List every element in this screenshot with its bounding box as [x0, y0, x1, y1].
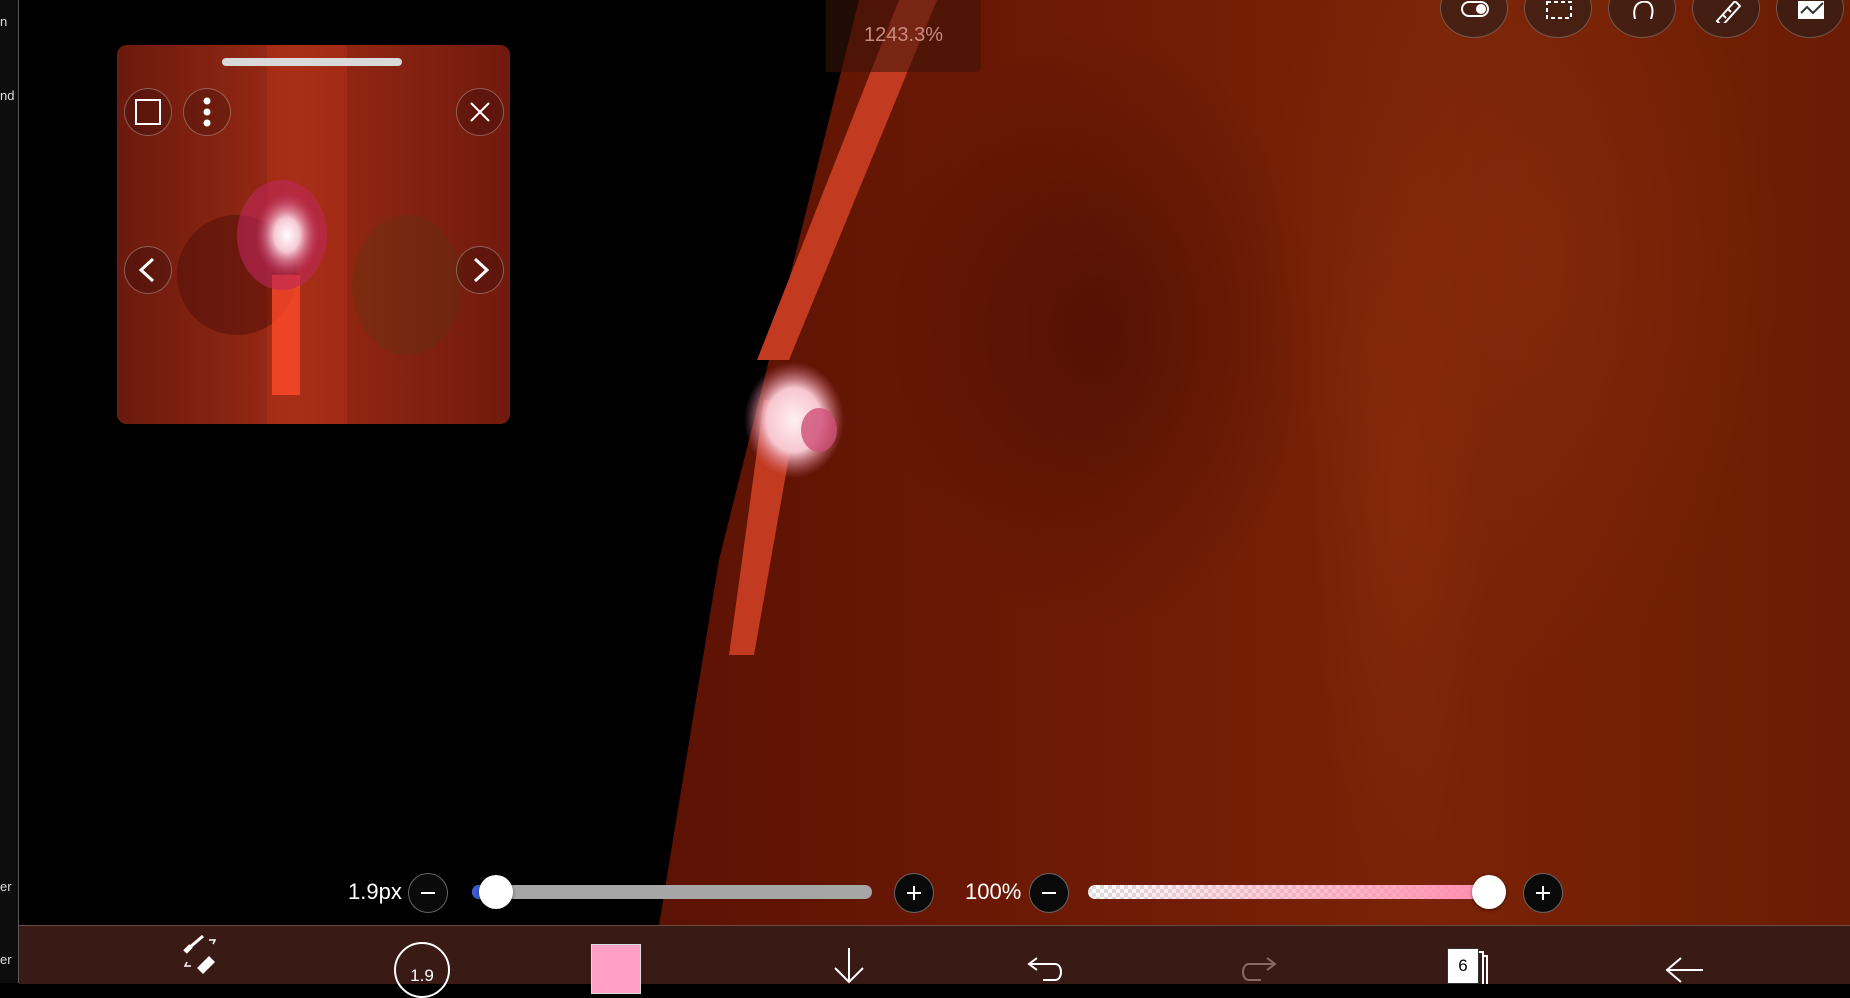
side-panel-label: er — [0, 879, 12, 894]
zoom-indicator: 1243.3% — [826, 0, 981, 72]
minus-icon — [421, 892, 435, 894]
opacity-label: 100% — [965, 879, 1022, 904]
side-panel-label: nd — [0, 88, 15, 103]
brush-size-button[interactable]: 1.9 — [394, 942, 450, 998]
prev-icon — [138, 257, 155, 283]
hand-icon — [1633, 1, 1654, 19]
brush-eraser-icon — [183, 934, 217, 974]
opacity-decrease-button[interactable] — [1029, 873, 1069, 913]
more-button[interactable] — [183, 88, 231, 136]
back-button[interactable] — [1659, 926, 1709, 984]
toggle-icon — [1461, 1, 1489, 17]
brush-size-label: 1.9px — [348, 879, 402, 904]
side-panel-label: er — [0, 952, 12, 967]
undo-icon — [1027, 957, 1062, 981]
redo-icon — [1242, 957, 1277, 981]
close-button[interactable] — [456, 88, 504, 136]
brush-size-slider[interactable] — [472, 885, 872, 899]
opacity-knob[interactable] — [1472, 875, 1506, 909]
close-icon — [470, 102, 490, 122]
layer-count-badge: 6 — [1447, 948, 1479, 984]
plus-icon — [1536, 886, 1550, 900]
frame-button[interactable] — [124, 88, 172, 136]
opacity-slider[interactable] — [1088, 885, 1491, 899]
brush-eraser-toggle-button[interactable] — [169, 926, 229, 984]
brush-size-increase-button[interactable] — [894, 873, 934, 913]
undo-button[interactable] — [1021, 926, 1071, 984]
redo-button[interactable] — [1233, 926, 1283, 984]
arrow-left-icon — [1665, 957, 1703, 983]
prev-button[interactable] — [124, 246, 172, 294]
frame-icon — [135, 99, 161, 125]
selection-icon — [1546, 1, 1572, 19]
arrow-down-icon — [834, 948, 864, 984]
next-button[interactable] — [456, 246, 504, 294]
reference-image — [117, 45, 510, 424]
download-button[interactable] — [829, 926, 869, 984]
zoom-label: 1243.3% — [864, 24, 943, 46]
side-panel-label: n — [0, 14, 8, 29]
color-swatch-button[interactable] — [591, 944, 641, 994]
more-icon — [203, 97, 211, 127]
brush-size-value: 1.9 — [410, 966, 434, 985]
canvas-icon — [1798, 1, 1824, 19]
drag-handle[interactable] — [222, 58, 402, 66]
brush-size-decrease-button[interactable] — [408, 873, 448, 913]
opacity-increase-button[interactable] — [1523, 873, 1563, 913]
bottom-toolbar: 1.9 6 — [19, 925, 1850, 998]
side-panel-edge: n nd er er — [0, 0, 19, 983]
brush-size-knob[interactable] — [479, 875, 513, 909]
plus-icon — [907, 886, 921, 900]
reference-window[interactable] — [117, 45, 510, 424]
next-icon — [473, 257, 490, 283]
ruler-icon — [1715, 1, 1741, 23]
minus-icon — [1042, 892, 1056, 894]
